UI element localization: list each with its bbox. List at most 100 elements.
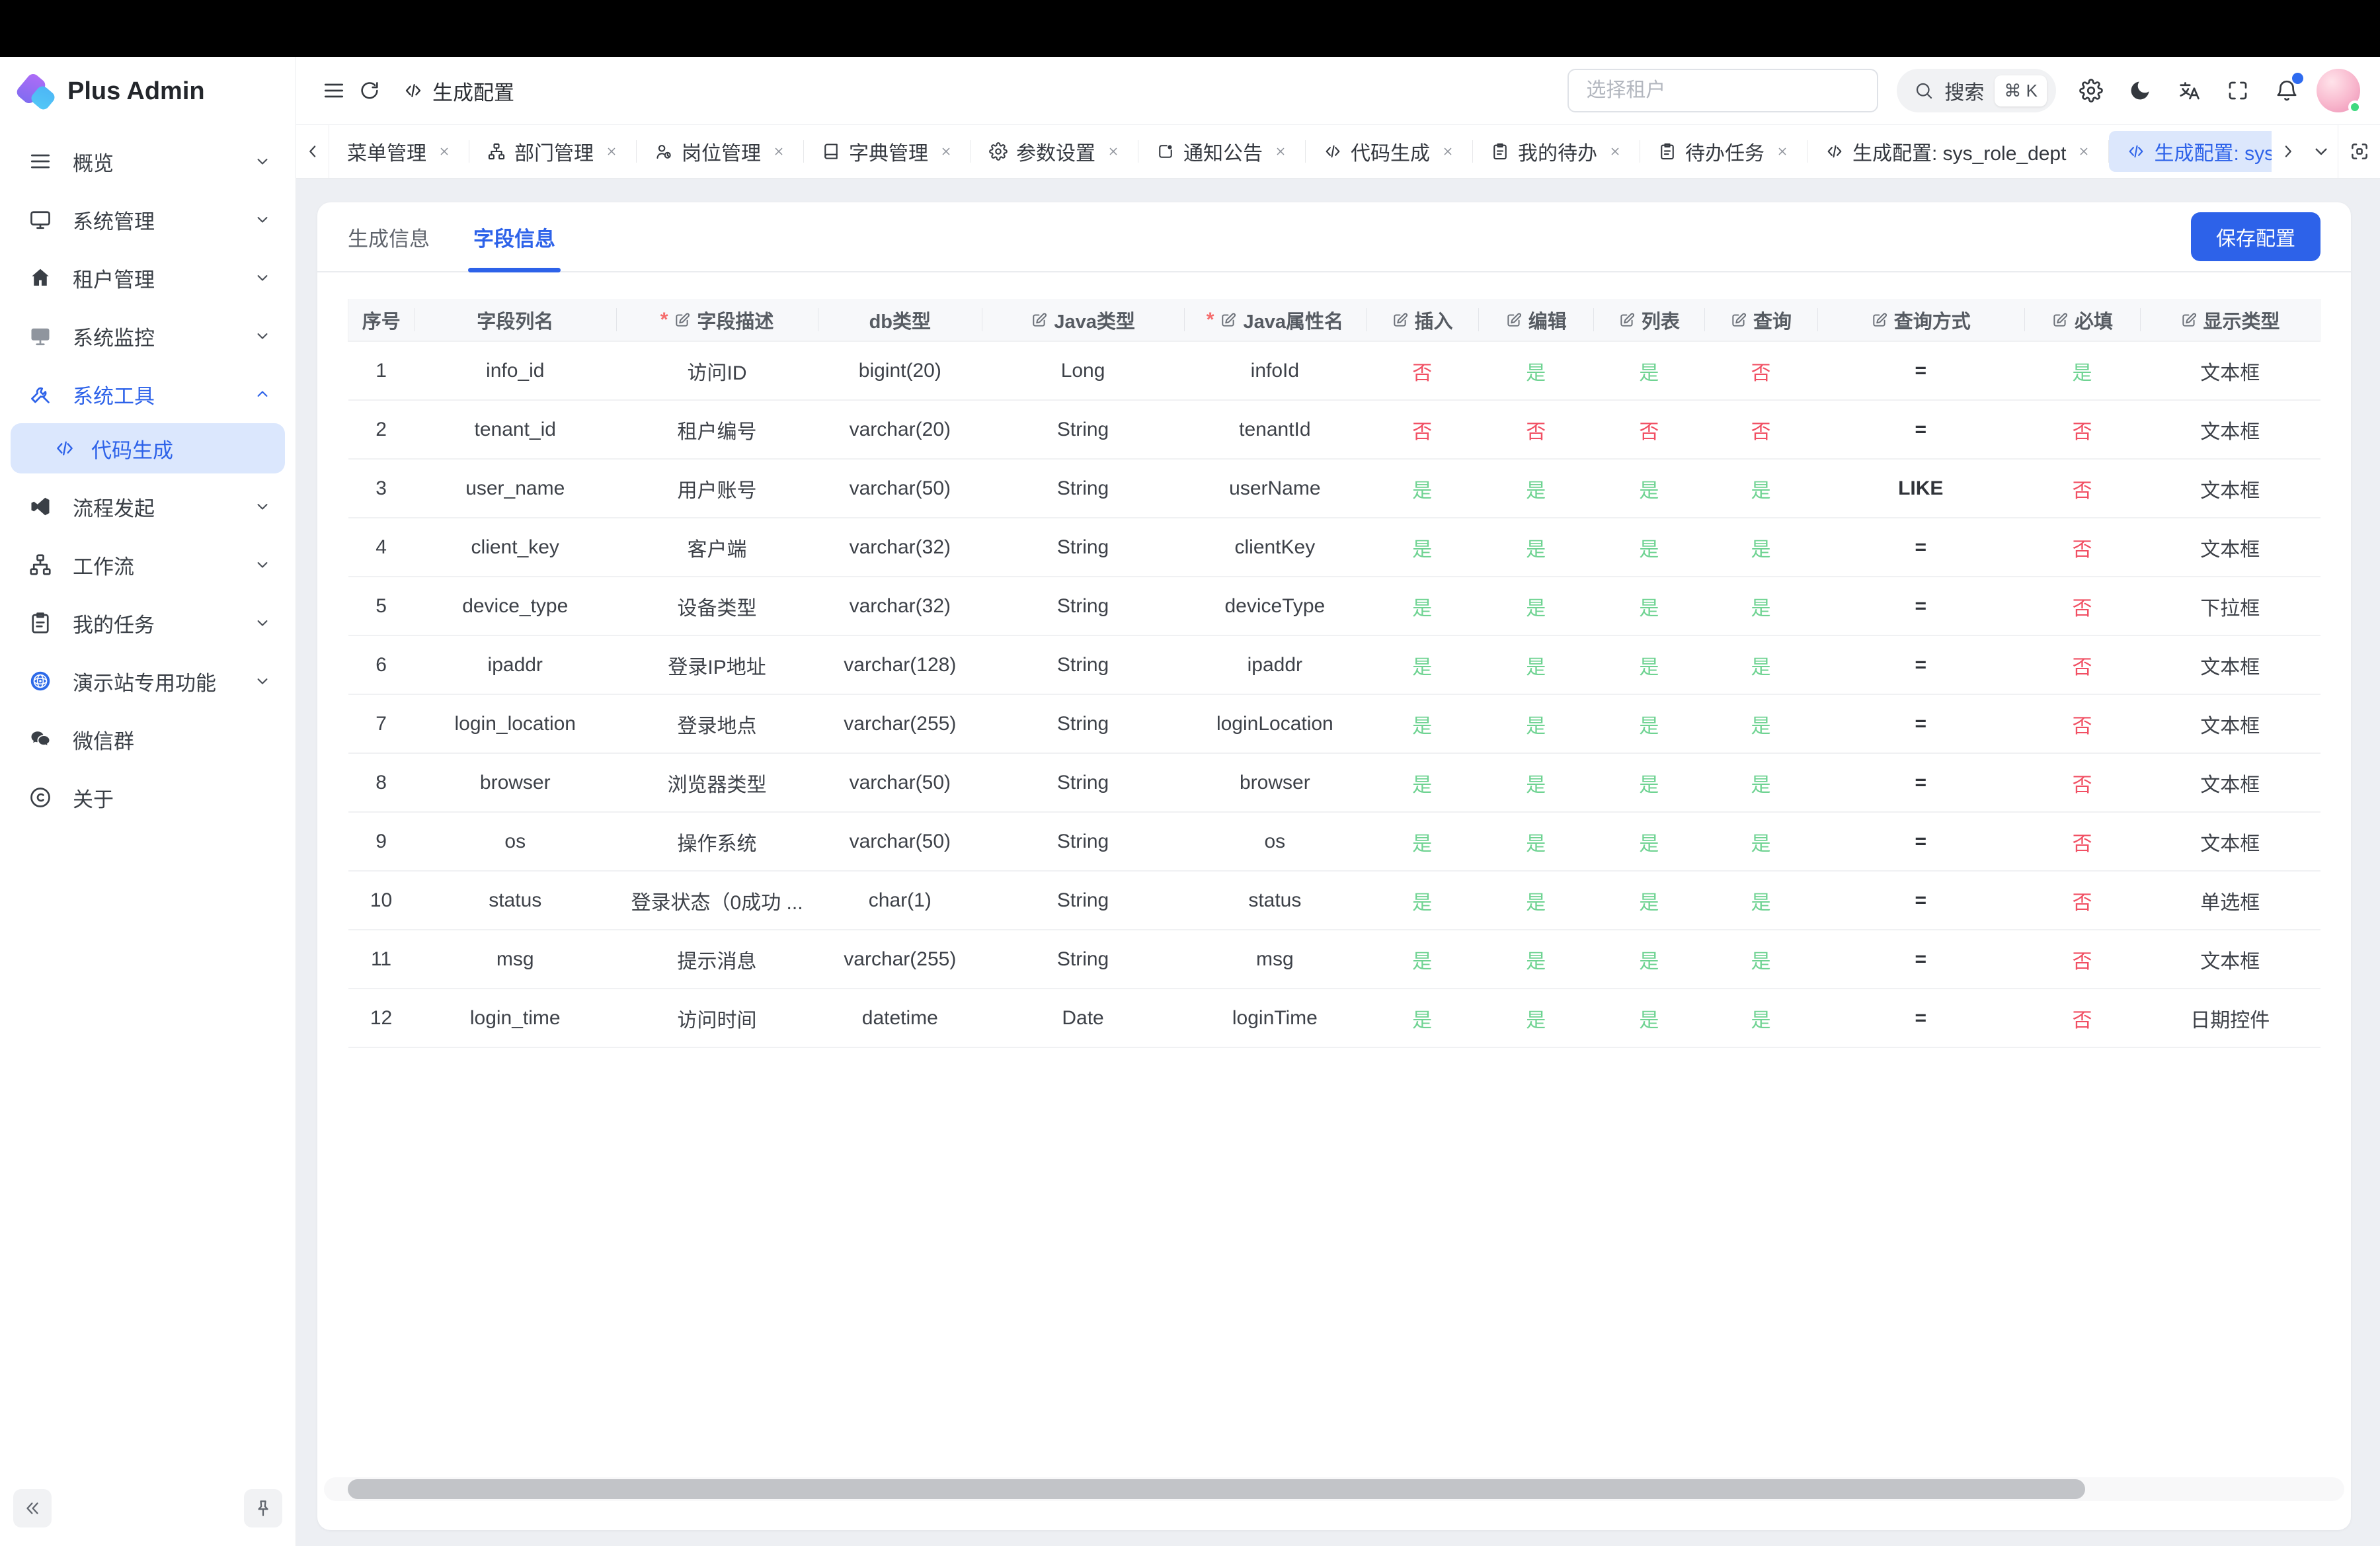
cell-edit[interactable]: 是	[1478, 518, 1593, 577]
fullscreen-button[interactable]	[2217, 70, 2258, 111]
cell-edit[interactable]: 是	[1478, 812, 1593, 871]
cell-insert[interactable]: 否	[1366, 400, 1478, 459]
cell-query_mode[interactable]: =	[1817, 753, 2024, 812]
sidebar-item-演示站专用功能[interactable]: 演示站专用功能	[11, 652, 285, 710]
sidebar-item-流程发起[interactable]: 流程发起	[11, 477, 285, 536]
cell-required[interactable]: 否	[2024, 871, 2140, 930]
tab-生成配置: sys_lo[interactable]: 生成配置: sys_lo	[2109, 131, 2272, 172]
cell-edit[interactable]: 是	[1478, 635, 1593, 694]
sidebar-collapse-button[interactable]	[13, 1489, 52, 1527]
cell-query_mode[interactable]: =	[1817, 518, 2024, 577]
cell-query[interactable]: 是	[1704, 753, 1817, 812]
cell-desc[interactable]: 浏览器类型	[616, 753, 818, 812]
close-tab-icon[interactable]	[1608, 145, 1622, 158]
dark-mode-button[interactable]	[2120, 70, 2161, 111]
tabs-scroll-left-button[interactable]	[296, 125, 329, 178]
cell-required[interactable]: 否	[2024, 753, 2140, 812]
cell-display[interactable]: 文本框	[2140, 812, 2320, 871]
cell-required[interactable]: 否	[2024, 577, 2140, 635]
cell-desc[interactable]: 操作系统	[616, 812, 818, 871]
close-tab-icon[interactable]	[939, 145, 953, 158]
sidebar-item-我的任务[interactable]: 我的任务	[11, 594, 285, 652]
sidebar-toggle-button[interactable]	[316, 73, 352, 108]
cell-java_prop[interactable]: msg	[1184, 930, 1366, 989]
config-tab-字段信息[interactable]: 字段信息	[473, 202, 555, 271]
cell-list[interactable]: 是	[1593, 871, 1704, 930]
cell-required[interactable]: 否	[2024, 400, 2140, 459]
cell-insert[interactable]: 是	[1366, 753, 1478, 812]
sidebar-item-微信群[interactable]: 微信群	[11, 710, 285, 768]
cell-query_mode[interactable]: =	[1817, 635, 2024, 694]
cell-required[interactable]: 否	[2024, 635, 2140, 694]
cell-list[interactable]: 是	[1593, 753, 1704, 812]
horizontal-scrollbar-thumb[interactable]	[348, 1479, 2085, 1499]
sidebar-pin-button[interactable]	[244, 1489, 282, 1527]
cell-insert[interactable]: 否	[1366, 341, 1478, 400]
close-tab-icon[interactable]	[1441, 145, 1454, 158]
cell-java_type[interactable]: Long	[982, 341, 1183, 400]
cell-java_type[interactable]: String	[982, 694, 1183, 753]
tab-我的待办[interactable]: 我的待办	[1473, 131, 1640, 172]
cell-query_mode[interactable]: =	[1817, 341, 2024, 400]
tab-字典管理[interactable]: 字典管理	[804, 131, 971, 172]
cell-required[interactable]: 是	[2024, 341, 2140, 400]
cell-insert[interactable]: 是	[1366, 930, 1478, 989]
cell-java_prop[interactable]: browser	[1184, 753, 1366, 812]
cell-edit[interactable]: 是	[1478, 341, 1593, 400]
cell-desc[interactable]: 登录状态（0成功 ...	[616, 871, 818, 930]
tabs-scroll-right-button[interactable]	[2272, 125, 2305, 178]
user-avatar[interactable]	[2317, 69, 2360, 112]
cell-display[interactable]: 文本框	[2140, 930, 2320, 989]
cell-insert[interactable]: 是	[1366, 577, 1478, 635]
sidebar-item-关于[interactable]: 关于	[11, 768, 285, 827]
cell-java_type[interactable]: String	[982, 518, 1183, 577]
cell-query[interactable]: 是	[1704, 930, 1817, 989]
cell-query[interactable]: 是	[1704, 989, 1817, 1047]
cell-desc[interactable]: 用户账号	[616, 459, 818, 518]
cell-java_prop[interactable]: loginLocation	[1184, 694, 1366, 753]
cell-query[interactable]: 是	[1704, 459, 1817, 518]
cell-java_prop[interactable]: status	[1184, 871, 1366, 930]
tenant-select-input[interactable]	[1567, 69, 1878, 112]
close-tab-icon[interactable]	[772, 145, 785, 158]
cell-java_type[interactable]: String	[982, 459, 1183, 518]
cell-java_prop[interactable]: ipaddr	[1184, 635, 1366, 694]
sidebar-item-租户管理[interactable]: 租户管理	[11, 249, 285, 307]
cell-edit[interactable]: 是	[1478, 459, 1593, 518]
close-tab-icon[interactable]	[438, 145, 451, 158]
cell-java_prop[interactable]: clientKey	[1184, 518, 1366, 577]
cell-query[interactable]: 是	[1704, 577, 1817, 635]
close-tab-icon[interactable]	[605, 145, 618, 158]
cell-desc[interactable]: 提示消息	[616, 930, 818, 989]
cell-edit[interactable]: 是	[1478, 577, 1593, 635]
cell-desc[interactable]: 租户编号	[616, 400, 818, 459]
cell-insert[interactable]: 是	[1366, 459, 1478, 518]
cell-list[interactable]: 是	[1593, 635, 1704, 694]
cell-display[interactable]: 文本框	[2140, 459, 2320, 518]
global-search-button[interactable]: 搜索 ⌘ K	[1897, 69, 2056, 112]
cell-list[interactable]: 否	[1593, 400, 1704, 459]
content-maximize-button[interactable]	[2338, 125, 2380, 178]
sidebar-item-工作流[interactable]: 工作流	[11, 536, 285, 594]
cell-java_type[interactable]: String	[982, 577, 1183, 635]
cell-list[interactable]: 是	[1593, 694, 1704, 753]
cell-query[interactable]: 否	[1704, 400, 1817, 459]
cell-query_mode[interactable]: =	[1817, 577, 2024, 635]
cell-required[interactable]: 否	[2024, 989, 2140, 1047]
sidebar-item-概览[interactable]: 概览	[11, 132, 285, 190]
cell-display[interactable]: 文本框	[2140, 694, 2320, 753]
cell-java_type[interactable]: String	[982, 871, 1183, 930]
cell-edit[interactable]: 是	[1478, 930, 1593, 989]
cell-list[interactable]: 是	[1593, 989, 1704, 1047]
cell-java_type[interactable]: String	[982, 400, 1183, 459]
horizontal-scrollbar-track[interactable]	[324, 1477, 2344, 1501]
cell-list[interactable]: 是	[1593, 930, 1704, 989]
sidebar-item-系统工具[interactable]: 系统工具	[11, 365, 285, 423]
settings-button[interactable]	[2071, 70, 2112, 111]
close-tab-icon[interactable]	[2077, 145, 2090, 158]
cell-desc[interactable]: 设备类型	[616, 577, 818, 635]
cell-display[interactable]: 文本框	[2140, 518, 2320, 577]
cell-desc[interactable]: 登录IP地址	[616, 635, 818, 694]
cell-edit[interactable]: 是	[1478, 753, 1593, 812]
cell-display[interactable]: 日期控件	[2140, 989, 2320, 1047]
